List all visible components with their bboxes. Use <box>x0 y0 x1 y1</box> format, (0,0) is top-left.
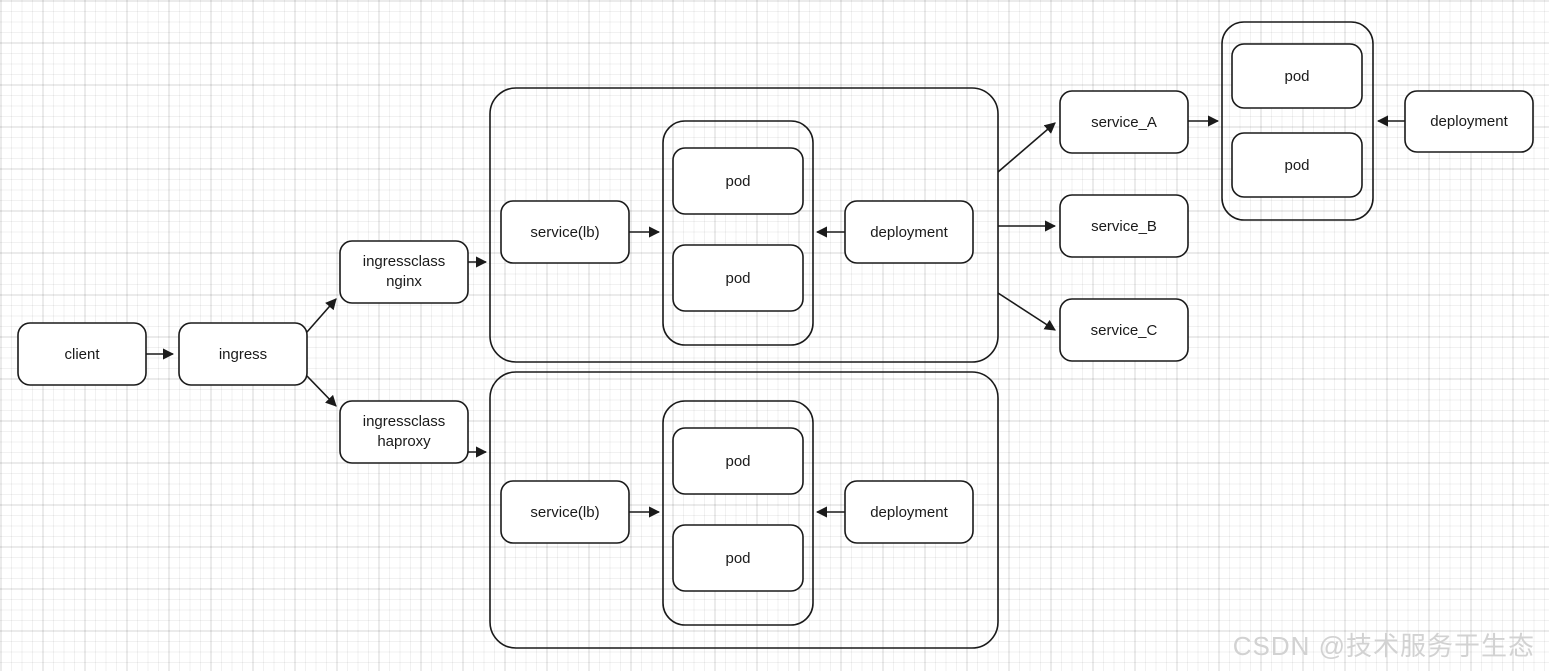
service-a-box[interactable] <box>1059 90 1189 154</box>
node-client[interactable]: client <box>17 322 147 386</box>
pod-top-2-box[interactable] <box>672 244 804 312</box>
service-c-box[interactable] <box>1059 298 1189 362</box>
pod-top-1-box[interactable] <box>672 147 804 215</box>
node-deployment-top[interactable]: deployment <box>844 200 974 264</box>
node-ingressclass-haproxy[interactable]: ingressclass haproxy <box>339 400 469 464</box>
pod-right-2-box[interactable] <box>1231 132 1363 198</box>
diagram-svg: client ingress ingressclass nginx ingres… <box>17 21 1534 649</box>
node-service-b[interactable]: service_B <box>1059 194 1189 258</box>
csdn-watermark: CSDN @技术服务于生态 <box>1232 631 1535 661</box>
node-ingressclass-nginx[interactable]: ingressclass nginx <box>339 240 469 304</box>
pod-right-1-box[interactable] <box>1231 43 1363 109</box>
ingressclass-haproxy-box[interactable] <box>339 400 469 464</box>
pod-bottom-1-box[interactable] <box>672 427 804 495</box>
node-service-lb-bottom[interactable]: service(lb) <box>500 480 630 544</box>
edge-ingress-to-ingressclass-nginx <box>306 298 337 333</box>
ingress-box[interactable] <box>178 322 308 386</box>
edge-ingress-to-ingressclass-haproxy <box>306 375 337 407</box>
node-ingress[interactable]: ingress <box>178 322 308 386</box>
deployment-right-box[interactable] <box>1404 90 1534 153</box>
edge-cluster-top-to-service-c <box>997 292 1056 331</box>
node-service-a[interactable]: service_A <box>1059 90 1189 154</box>
node-pod-bottom-2[interactable]: pod <box>672 524 804 592</box>
node-pod-top-2[interactable]: pod <box>672 244 804 312</box>
node-deployment-right[interactable]: deployment <box>1404 90 1534 153</box>
service-lb-bottom-box[interactable] <box>500 480 630 544</box>
edge-cluster-top-to-service-a <box>997 122 1056 173</box>
pod-bottom-2-box[interactable] <box>672 524 804 592</box>
node-pod-right-1[interactable]: pod <box>1231 43 1363 109</box>
deployment-top-box[interactable] <box>844 200 974 264</box>
client-box[interactable] <box>17 322 147 386</box>
node-pod-top-1[interactable]: pod <box>672 147 804 215</box>
service-lb-top-box[interactable] <box>500 200 630 264</box>
node-deployment-bottom[interactable]: deployment <box>844 480 974 544</box>
node-service-lb-top[interactable]: service(lb) <box>500 200 630 264</box>
node-service-c[interactable]: service_C <box>1059 298 1189 362</box>
diagram-canvas: client ingress ingressclass nginx ingres… <box>0 0 1549 671</box>
service-b-box[interactable] <box>1059 194 1189 258</box>
node-pod-right-2[interactable]: pod <box>1231 132 1363 198</box>
node-pod-bottom-1[interactable]: pod <box>672 427 804 495</box>
ingressclass-nginx-box[interactable] <box>339 240 469 304</box>
deployment-bottom-box[interactable] <box>844 480 974 544</box>
